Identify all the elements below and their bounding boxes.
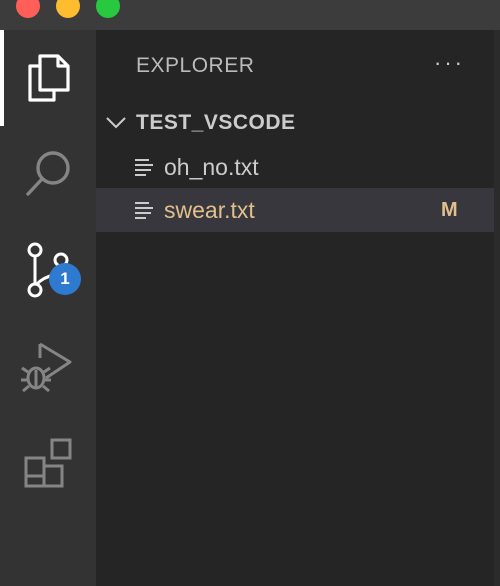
folder-header[interactable]: TEST_VSCODE <box>96 102 500 142</box>
extensions-icon <box>24 438 72 488</box>
window-maximize-button[interactable] <box>96 0 120 18</box>
chevron-down-icon <box>106 117 126 129</box>
files-icon <box>28 54 70 102</box>
run-debug-icon <box>21 342 72 393</box>
more-actions-button[interactable]: ··· <box>434 52 464 76</box>
file-name: oh_no.txt <box>164 154 259 180</box>
explorer-sidebar: EXPLORER ··· TEST_VSCODE oh_no.txt swear… <box>96 30 500 586</box>
window-minimize-button[interactable] <box>56 0 80 18</box>
search-icon <box>26 151 70 196</box>
file-row-swear[interactable]: swear.txt M <box>96 188 494 232</box>
activity-explorer[interactable] <box>0 30 96 126</box>
folder-name: TEST_VSCODE <box>136 111 296 134</box>
modified-status-badge: M <box>441 199 458 221</box>
activity-run-debug[interactable] <box>0 318 96 414</box>
active-indicator <box>0 30 4 126</box>
window-close-button[interactable] <box>16 0 40 18</box>
file-name: swear.txt <box>164 197 255 223</box>
title-bar <box>0 0 500 30</box>
activity-search[interactable] <box>0 126 96 222</box>
source-control-badge: 1 <box>49 263 81 295</box>
activity-source-control[interactable]: 1 <box>0 222 96 318</box>
text-file-icon <box>135 159 153 176</box>
activity-extensions[interactable] <box>0 414 96 510</box>
file-row-oh-no[interactable]: oh_no.txt <box>96 145 494 189</box>
explorer-title: EXPLORER <box>136 54 255 77</box>
scrollbar-track[interactable] <box>494 30 500 586</box>
activity-bar: 1 <box>0 30 96 586</box>
text-file-icon <box>135 202 153 219</box>
